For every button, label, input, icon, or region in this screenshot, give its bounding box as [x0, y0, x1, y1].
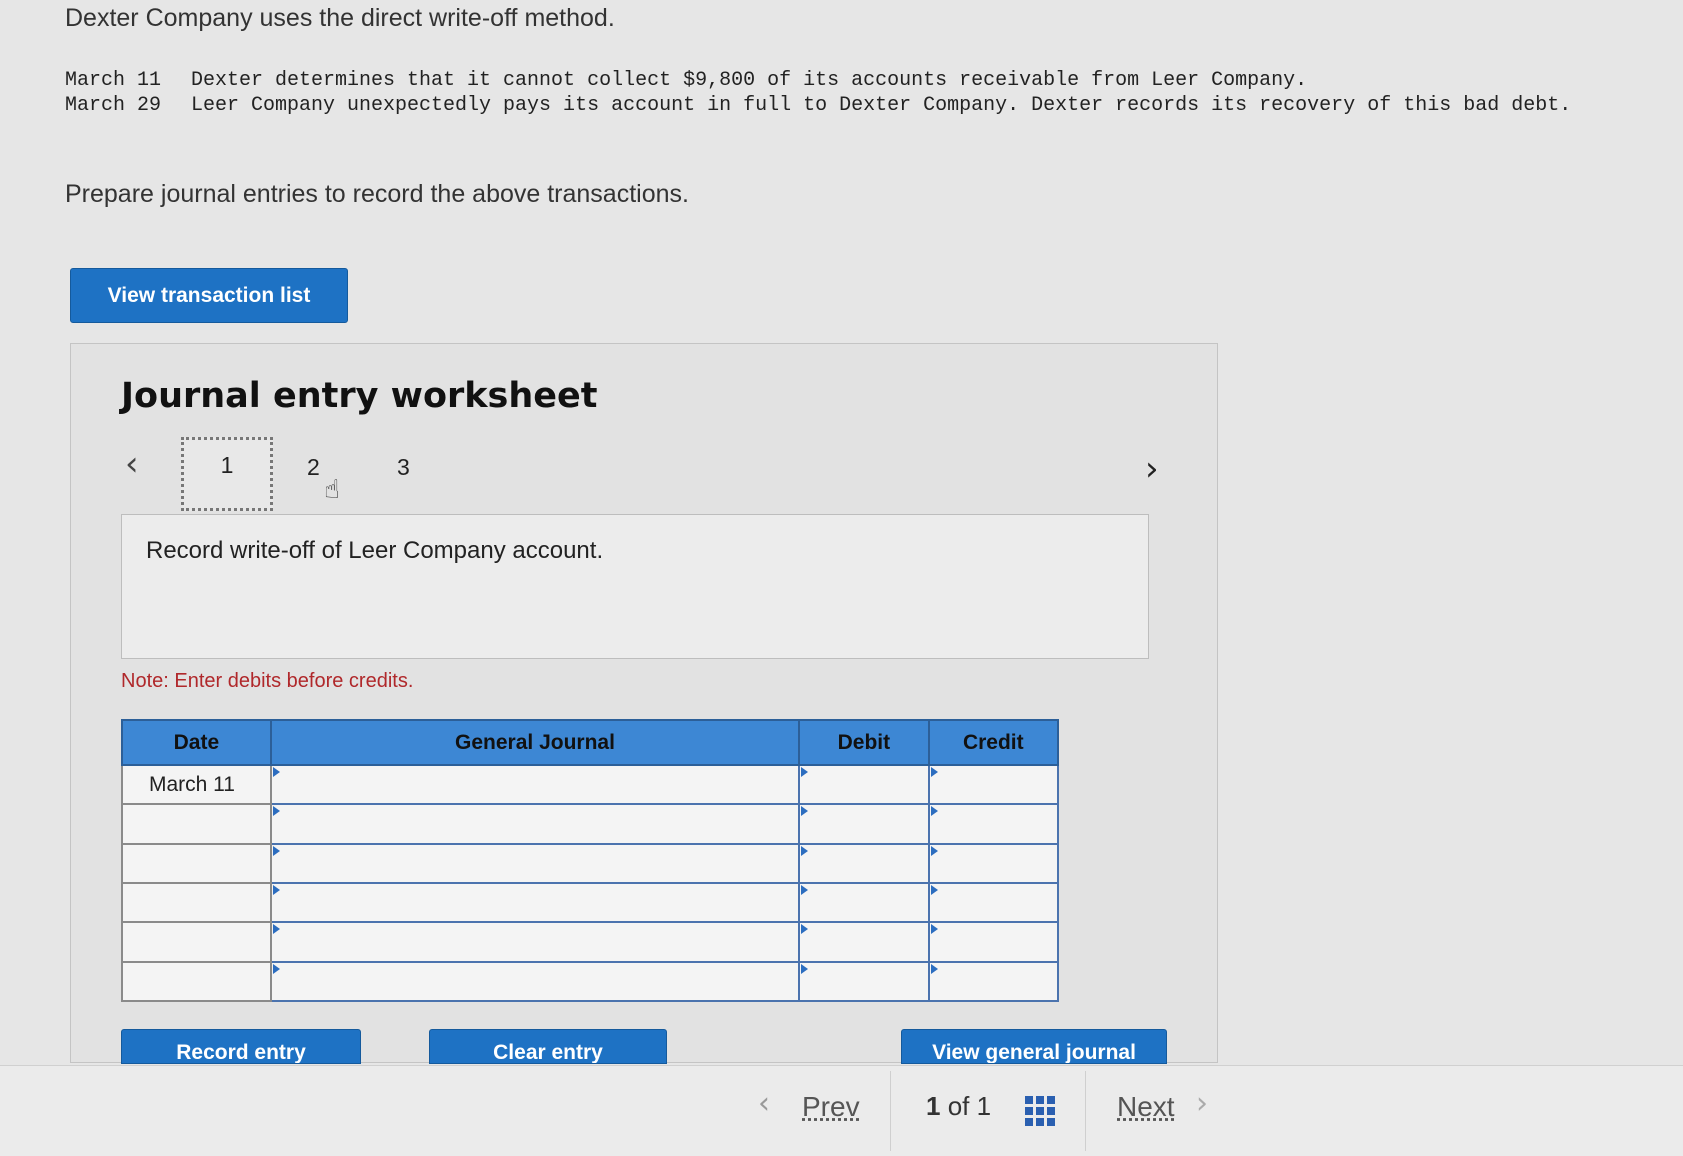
journal-entry-worksheet: Journal entry worksheet ‹ 1 2 3 ☝ › Reco… — [70, 343, 1218, 1064]
prev-link[interactable]: Prev — [802, 1091, 860, 1123]
account-input[interactable] — [269, 921, 801, 963]
debit-input[interactable] — [798, 842, 930, 884]
record-entry-button[interactable]: Record entry — [121, 1029, 361, 1064]
account-input[interactable] — [269, 803, 801, 845]
table-header-row: Date General Journal Debit Credit — [121, 719, 1060, 766]
entry-description: Record write-off of Leer Company account… — [146, 537, 604, 564]
transaction-date: March 29 — [65, 94, 162, 117]
debit-input[interactable] — [798, 881, 930, 924]
table-row — [121, 960, 1060, 1003]
column-header-general-journal: General Journal — [269, 719, 801, 766]
date-cell[interactable] — [121, 803, 272, 845]
task-prompt: Prepare journal entries to record the ab… — [65, 180, 689, 208]
worksheet-title: Journal entry worksheet — [121, 376, 598, 416]
hand-pointer-icon: ☝ — [324, 474, 340, 504]
debit-input[interactable] — [798, 803, 930, 845]
credit-input[interactable] — [927, 960, 1060, 1003]
view-general-journal-button[interactable]: View general journal — [901, 1029, 1167, 1064]
transaction-date: March 11 — [65, 69, 162, 92]
instructions-intro: Dexter Company uses the direct write-off… — [65, 4, 615, 32]
transaction-row: March 11 Dexter determines that it canno… — [65, 68, 1661, 93]
table-row — [121, 842, 1060, 884]
account-input[interactable] — [269, 763, 801, 806]
entry-description-box: Record write-off of Leer Company account… — [121, 514, 1149, 659]
divider — [890, 1071, 891, 1151]
clear-entry-button[interactable]: Clear entry — [429, 1029, 667, 1064]
debit-input[interactable] — [798, 960, 930, 1003]
date-cell[interactable]: March 11 — [121, 763, 272, 806]
view-transaction-list-button[interactable]: View transaction list — [70, 268, 348, 323]
transaction-text: Leer Company unexpectedly pays its accou… — [191, 94, 1572, 117]
date-cell[interactable] — [121, 921, 272, 963]
step-tab-1[interactable]: 1 — [181, 437, 273, 511]
table-row — [121, 803, 1060, 845]
transaction-text: Dexter determines that it cannot collect… — [191, 69, 1308, 92]
debit-input[interactable] — [798, 763, 930, 806]
total-pages: 1 — [976, 1091, 992, 1121]
credit-input[interactable] — [927, 842, 1060, 884]
debit-input[interactable] — [798, 921, 930, 963]
step-tab-2[interactable]: 2 — [307, 454, 320, 481]
page-indicator: 1 of 1 — [926, 1091, 991, 1122]
divider — [1085, 1071, 1086, 1151]
account-input[interactable] — [269, 842, 801, 884]
table-row — [121, 881, 1060, 924]
entry-note: Note: Enter debits before credits. — [121, 670, 414, 692]
table-row: March 11 — [121, 763, 1060, 806]
credit-input[interactable] — [927, 763, 1060, 806]
date-cell[interactable] — [121, 842, 272, 884]
page-of-label: of — [947, 1091, 970, 1121]
credit-input[interactable] — [927, 881, 1060, 924]
column-header-debit: Debit — [798, 719, 930, 766]
account-input[interactable] — [269, 960, 801, 1003]
date-cell[interactable] — [121, 881, 272, 924]
chevron-right-icon[interactable]: › — [1145, 449, 1159, 489]
chevron-right-icon[interactable]: › — [1196, 1086, 1208, 1121]
table-row — [121, 921, 1060, 963]
pagination-footer: ‹ Prev 1 of 1 Next › — [0, 1065, 1683, 1156]
current-page: 1 — [926, 1091, 941, 1121]
credit-input[interactable] — [927, 803, 1060, 845]
next-link[interactable]: Next — [1117, 1091, 1175, 1123]
chevron-left-icon[interactable]: ‹ — [758, 1086, 770, 1121]
journal-table: Date General Journal Debit Credit March … — [121, 719, 1060, 1003]
chevron-left-icon[interactable]: ‹ — [125, 444, 139, 484]
step-tab-3[interactable]: 3 — [397, 454, 410, 481]
transaction-list: March 11 Dexter determines that it canno… — [65, 68, 1661, 118]
transaction-row: March 29 Leer Company unexpectedly pays … — [65, 93, 1661, 118]
column-header-credit: Credit — [927, 719, 1060, 766]
credit-input[interactable] — [927, 921, 1060, 963]
account-input[interactable] — [269, 881, 801, 924]
column-header-date: Date — [121, 719, 272, 766]
date-cell[interactable] — [121, 960, 272, 1003]
grid-icon[interactable] — [1025, 1096, 1055, 1126]
